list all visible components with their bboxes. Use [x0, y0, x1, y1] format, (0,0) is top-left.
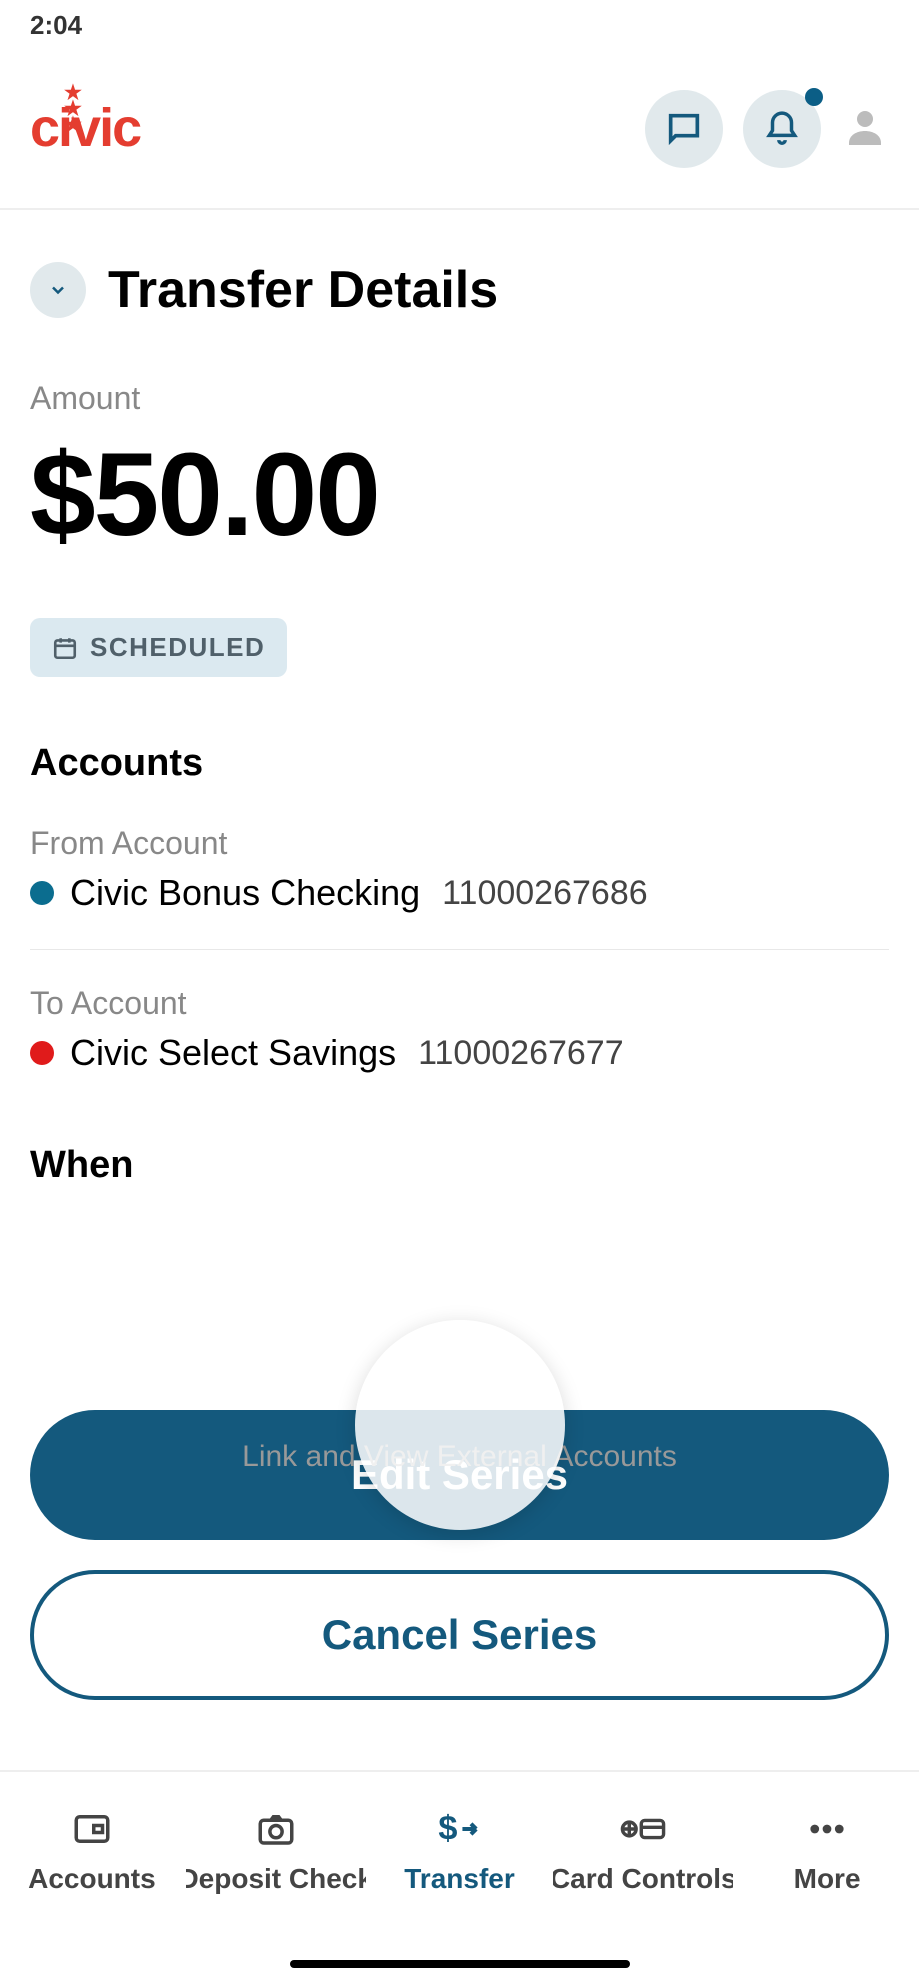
- nav-more[interactable]: More: [737, 1807, 917, 1895]
- notifications-button[interactable]: [743, 90, 821, 168]
- from-account-number: 11000267686: [442, 874, 647, 913]
- nav-transfer[interactable]: $ Transfer: [369, 1807, 549, 1895]
- messages-button[interactable]: [645, 90, 723, 168]
- bell-icon: [763, 110, 801, 148]
- from-account-dot-icon: [30, 881, 54, 905]
- from-account-label: From Account: [30, 825, 889, 862]
- header-actions: [645, 90, 889, 168]
- transfer-icon: $: [435, 1807, 483, 1851]
- action-bar: Link and View External Accounts Edit Ser…: [0, 1380, 919, 1770]
- nav-card-controls[interactable]: Card Controls: [553, 1807, 733, 1895]
- calendar-icon: [52, 635, 78, 661]
- status-badge: SCHEDULED: [30, 618, 287, 677]
- nav-label: Card Controls: [553, 1863, 733, 1895]
- chat-icon: [664, 109, 704, 149]
- cancel-series-button[interactable]: Cancel Series: [30, 1570, 889, 1700]
- page-title: Transfer Details: [108, 260, 498, 320]
- nav-label: More: [794, 1863, 861, 1895]
- app-header: ★ ★ ★ civic: [0, 60, 919, 210]
- nav-label: Deposit Check: [186, 1863, 366, 1895]
- amount-label: Amount: [30, 380, 889, 417]
- nav-deposit-check[interactable]: Deposit Check: [186, 1807, 366, 1895]
- chevron-down-icon: [48, 280, 68, 300]
- status-text: SCHEDULED: [90, 632, 265, 663]
- to-account-dot-icon: [30, 1041, 54, 1065]
- status-time: 2:04: [30, 10, 82, 40]
- card-controls-icon: [619, 1807, 667, 1851]
- logo-stars-icon: ★ ★ ★: [64, 85, 140, 133]
- transfer-details-panel: Transfer Details Amount $50.00 SCHEDULED…: [0, 210, 919, 1187]
- bottom-nav: Accounts Deposit Check $ Transfer Card C…: [0, 1770, 919, 1980]
- wallet-icon: [71, 1807, 113, 1851]
- accounts-heading: Accounts: [30, 742, 889, 785]
- from-account-name: Civic Bonus Checking: [70, 872, 420, 914]
- to-account-number: 11000267677: [418, 1034, 623, 1073]
- external-accounts-link[interactable]: Link and View External Accounts: [242, 1440, 677, 1474]
- home-indicator[interactable]: [290, 1960, 630, 1968]
- status-bar: 2:04: [0, 0, 919, 60]
- section-header: Transfer Details: [30, 260, 889, 320]
- collapse-toggle[interactable]: [30, 262, 86, 318]
- camera-icon: [255, 1807, 297, 1851]
- to-account-label: To Account: [30, 985, 889, 1022]
- nav-label: Accounts: [28, 1863, 156, 1895]
- person-icon: [841, 103, 889, 151]
- when-heading: When: [30, 1144, 889, 1187]
- from-account-block: From Account Civic Bonus Checking 110002…: [30, 825, 889, 950]
- svg-text:$: $: [439, 1809, 458, 1847]
- to-account-block: To Account Civic Select Savings 11000267…: [30, 985, 889, 1109]
- profile-button[interactable]: [841, 103, 889, 156]
- edit-series-button[interactable]: Edit Series: [30, 1410, 889, 1540]
- nav-label: Transfer: [404, 1863, 515, 1895]
- brand-logo: ★ ★ ★ civic: [30, 107, 140, 150]
- amount-value: $50.00: [30, 427, 889, 563]
- to-account-row: Civic Select Savings 11000267677: [30, 1032, 889, 1074]
- ellipsis-icon: [806, 1807, 848, 1851]
- to-account-name: Civic Select Savings: [70, 1032, 396, 1074]
- notification-dot-icon: [805, 88, 823, 106]
- nav-accounts[interactable]: Accounts: [2, 1807, 182, 1895]
- from-account-row: Civic Bonus Checking 11000267686: [30, 872, 889, 914]
